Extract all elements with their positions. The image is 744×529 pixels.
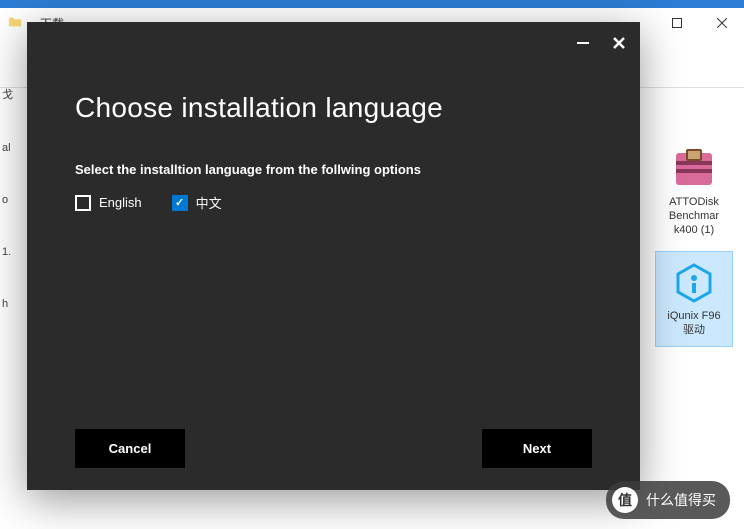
installer-close-button[interactable] <box>606 30 632 56</box>
edge-text: 1. <box>0 246 14 258</box>
edge-text: 戈 <box>0 86 14 102</box>
explorer-left-fragments: 戈 al o 1. h <box>0 86 14 350</box>
installer-body: Choose installation language Select the … <box>27 22 640 232</box>
file-item-iqunix[interactable]: iQunix F96 驱动 <box>655 251 733 347</box>
explorer-close-button[interactable] <box>699 8 744 38</box>
installer-footer: Cancel Next <box>75 429 592 468</box>
watermark-text: 什么值得买 <box>646 490 716 510</box>
watermark-logo: 值 <box>612 487 638 513</box>
installer-window-controls <box>570 30 632 56</box>
checkbox-chinese[interactable] <box>172 195 188 211</box>
edge-text: o <box>0 194 14 206</box>
installer-instruction: Select the installtion language from the… <box>75 162 592 177</box>
right-visible-files: ATTODisk Benchmar k400 (1) iQunix F96 驱动 <box>652 138 736 347</box>
edge-text: h <box>0 298 14 310</box>
installer-dialog: Choose installation language Select the … <box>27 22 640 490</box>
language-options: English 中文 <box>75 193 592 212</box>
explorer-maximize-button[interactable] <box>654 8 699 38</box>
smzdm-watermark: 值 什么值得买 <box>606 481 730 519</box>
taskbar-edge <box>0 0 744 8</box>
winrar-icon <box>671 146 717 192</box>
installer-minimize-button[interactable] <box>570 30 596 56</box>
cancel-button[interactable]: Cancel <box>75 429 185 468</box>
edge-text: al <box>0 142 14 154</box>
file-label: iQunix F96 驱动 <box>667 310 720 338</box>
installer-heading: Choose installation language <box>75 92 592 124</box>
file-label: ATTODisk Benchmar k400 (1) <box>669 196 719 237</box>
checkbox-label: English <box>99 195 142 210</box>
checkbox-label: 中文 <box>196 193 222 212</box>
checkbox-english[interactable] <box>75 195 91 211</box>
next-button[interactable]: Next <box>482 429 592 468</box>
folder-icon <box>8 15 22 32</box>
language-option-english[interactable]: English <box>75 193 142 212</box>
language-option-chinese[interactable]: 中文 <box>172 193 222 212</box>
iqunix-icon <box>671 260 717 306</box>
file-item-atto[interactable]: ATTODisk Benchmar k400 (1) <box>655 138 733 245</box>
